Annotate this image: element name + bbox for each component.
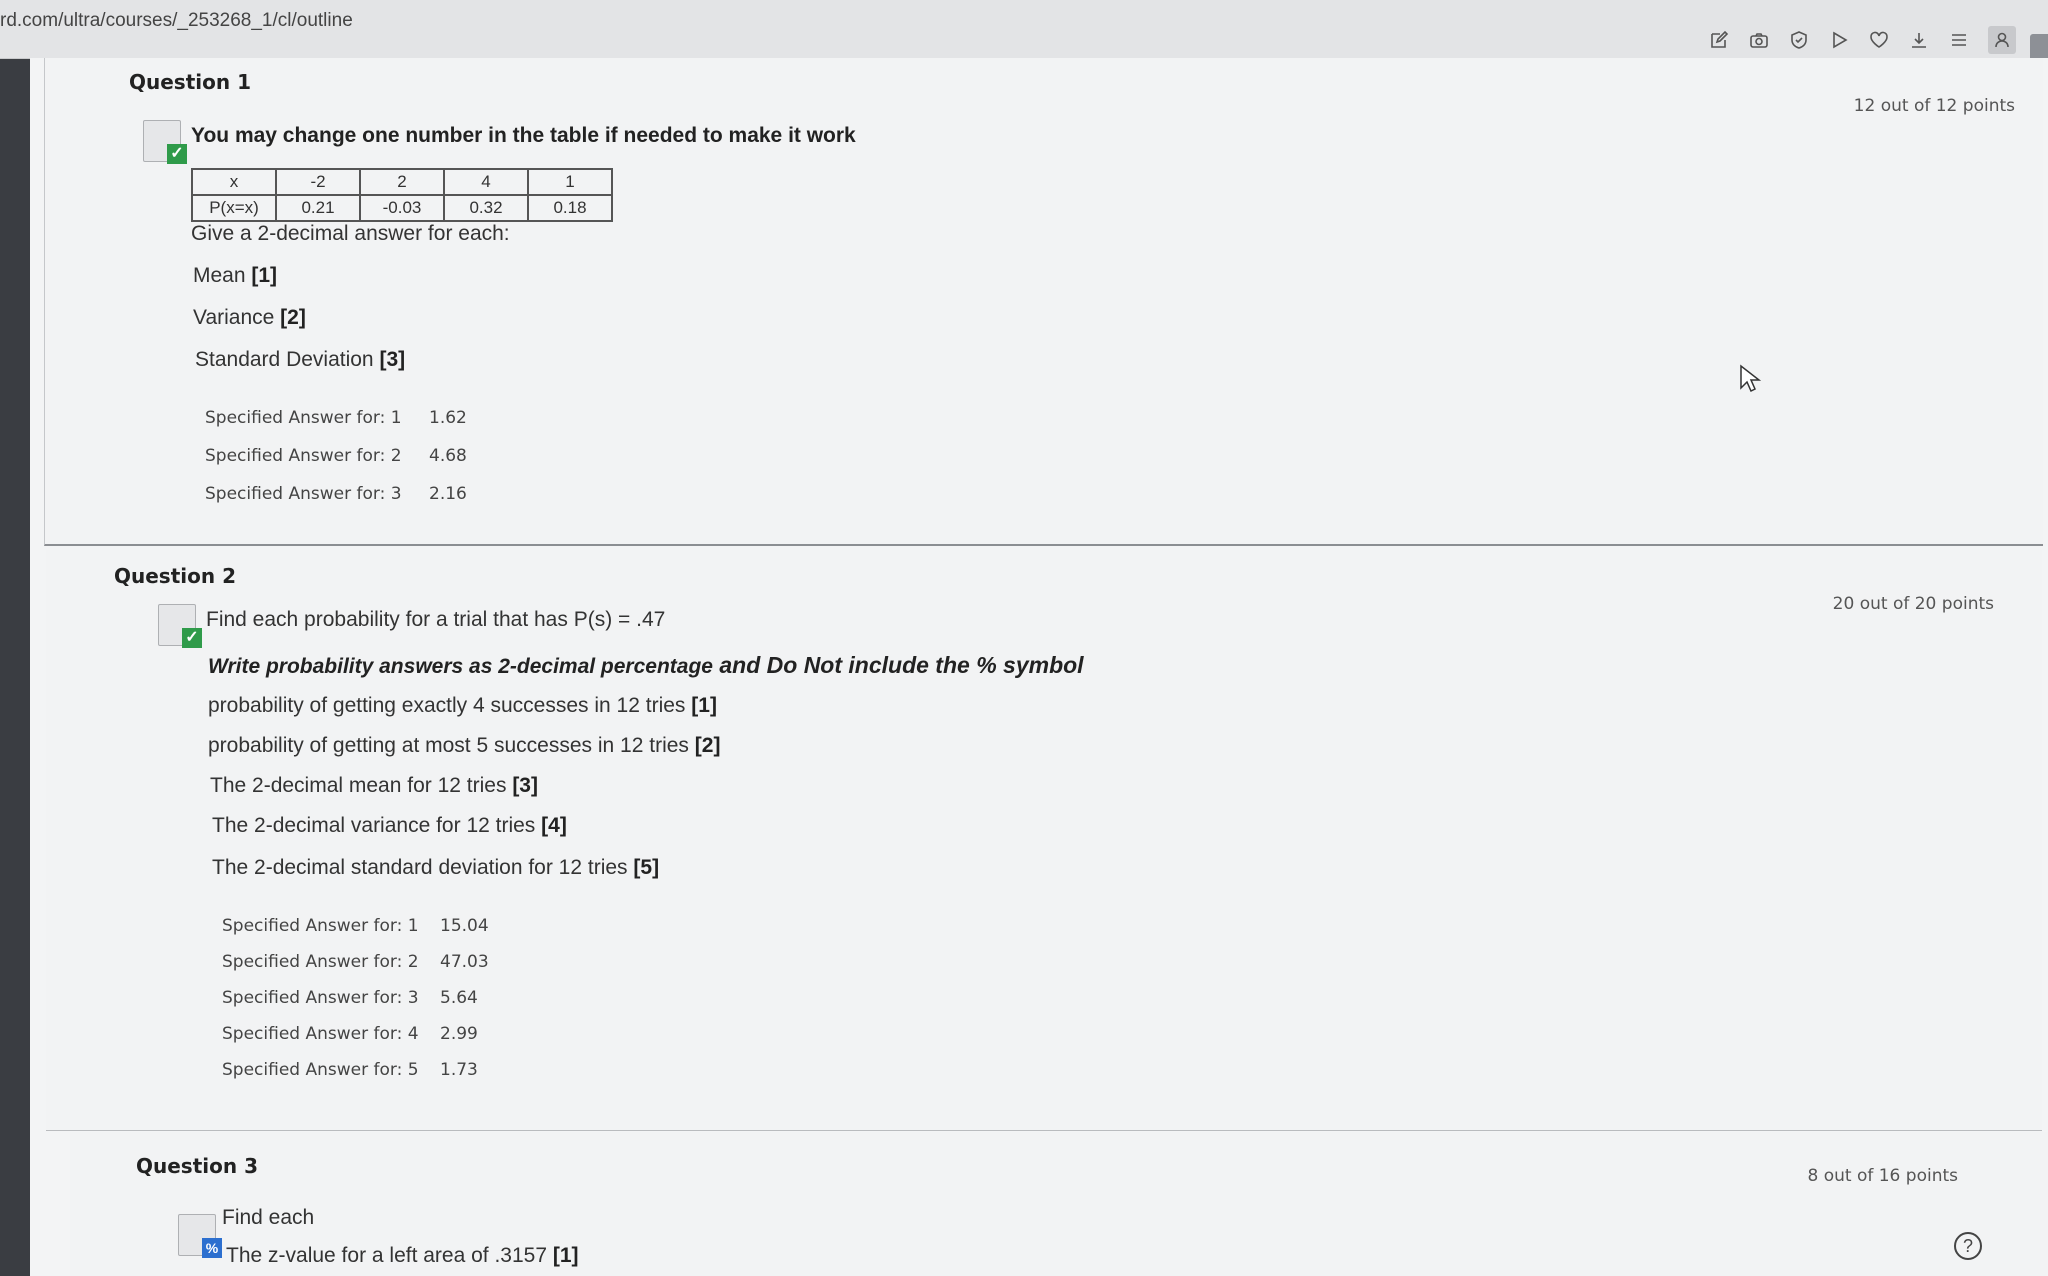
part-tag: [4]: [541, 814, 567, 837]
answer-label: Specified Answer for: 3: [205, 484, 402, 504]
question-3-card: Question 3 8 out of 16 points % Find eac…: [70, 1132, 2048, 1276]
question-part: Standard Deviation [3]: [195, 348, 405, 372]
correct-status-icon: ✓: [143, 120, 187, 164]
browser-toolbar: rd.com/ultra/courses/_253268_1/cl/outlin…: [0, 0, 2048, 62]
question-part: The 2-decimal standard deviation for 12 …: [212, 856, 659, 880]
instruction-text: Give a 2-decimal answer for each:: [191, 222, 510, 245]
answer-label: Specified Answer for: 2: [222, 952, 419, 972]
instruction-text: Write probability answers as 2-decimal p…: [208, 652, 1084, 679]
answer-label: Specified Answer for: 3: [222, 988, 419, 1008]
question-points: 20 out of 20 points: [1832, 594, 1994, 614]
table-cell: x: [191, 168, 277, 196]
part-tag: [2]: [280, 306, 306, 329]
probability-table: x -2 2 4 1 P(x=x) 0.21 -0.03 0.32 0.18: [191, 168, 613, 222]
profile-icon[interactable]: [1988, 26, 2016, 54]
table-cell: 0.18: [527, 194, 613, 222]
answer-value: 47.03: [440, 952, 489, 972]
table-cell: 2: [359, 168, 445, 196]
toolbar-icon-group: [1708, 26, 2016, 54]
table-cell: 4: [443, 168, 529, 196]
answer-value: 1.73: [440, 1060, 478, 1080]
heart-icon[interactable]: [1868, 29, 1890, 51]
partial-status-icon: %: [178, 1214, 222, 1258]
part-text: The z-value for a left area of .3157: [226, 1244, 548, 1267]
download-icon[interactable]: [1908, 29, 1930, 51]
svg-text:?: ?: [1963, 1236, 1973, 1256]
menu-icon[interactable]: [1948, 29, 1970, 51]
question-prompt: You may change one number in the table i…: [191, 124, 856, 147]
question-prompt: Find each probability for a trial that h…: [206, 608, 666, 631]
question-2-card: Question 2 20 out of 20 points ✓ Find ea…: [46, 550, 2042, 1131]
answer-value: 2.99: [440, 1024, 478, 1044]
table-cell: P(x=x): [191, 194, 277, 222]
question-part: Mean [1]: [193, 264, 277, 288]
question-part: The z-value for a left area of .3157 [1]: [226, 1244, 579, 1268]
part-text: The 2-decimal mean for 12 tries: [210, 774, 507, 797]
answer-label: Specified Answer for: 4: [222, 1024, 419, 1044]
table-cell: 0.32: [443, 194, 529, 222]
table-row: P(x=x) 0.21 -0.03 0.32 0.18: [191, 194, 613, 222]
answer-value: 1.62: [429, 408, 467, 428]
correct-status-icon: ✓: [158, 604, 202, 648]
table-header-row: x -2 2 4 1: [191, 168, 613, 196]
answer-value: 15.04: [440, 916, 489, 936]
table-cell: 1: [527, 168, 613, 196]
part-text: probability of getting at most 5 success…: [208, 734, 689, 757]
part-text: Mean: [193, 264, 246, 287]
part-tag: [1]: [552, 1244, 579, 1267]
course-outline-page: Question 1 12 out of 12 points ✓ You may…: [30, 58, 2048, 1276]
answer-label: Specified Answer for: 2: [205, 446, 402, 466]
question-points: 8 out of 16 points: [1807, 1166, 1958, 1186]
part-tag: [1]: [251, 264, 278, 287]
checkmark-icon: ✓: [182, 628, 202, 648]
question-part: The 2-decimal mean for 12 tries [3]: [210, 774, 538, 798]
answer-value: 5.64: [440, 988, 478, 1008]
question-part: Variance [2]: [193, 306, 306, 330]
answer-value: 4.68: [429, 446, 467, 466]
question-title: Question 2: [114, 564, 236, 588]
question-prompt: Find each: [222, 1206, 315, 1229]
question-title: Question 3: [136, 1154, 258, 1178]
table-cell: 0.21: [275, 194, 361, 222]
part-tag: [2]: [694, 734, 721, 757]
table-cell: -2: [275, 168, 361, 196]
table-cell: -0.03: [359, 194, 445, 222]
question-1-card: Question 1 12 out of 12 points ✓ You may…: [44, 58, 2043, 546]
question-part: probability of getting exactly 4 success…: [208, 694, 717, 718]
answer-label: Specified Answer for: 1: [222, 916, 419, 936]
shield-icon[interactable]: [1788, 29, 1810, 51]
part-text: Standard Deviation: [195, 348, 374, 371]
part-tag: [1]: [691, 694, 717, 717]
percent-icon: %: [202, 1238, 222, 1258]
part-tag: [5]: [633, 856, 660, 879]
address-bar-url[interactable]: rd.com/ultra/courses/_253268_1/cl/outlin…: [0, 10, 353, 32]
play-icon[interactable]: [1828, 29, 1850, 51]
part-text: The 2-decimal standard deviation for 12 …: [212, 856, 628, 879]
camera-icon[interactable]: [1748, 29, 1770, 51]
part-tag: [3]: [512, 774, 538, 797]
part-text: The 2-decimal variance for 12 tries: [212, 814, 536, 837]
part-text: Variance: [193, 306, 275, 329]
question-points: 12 out of 12 points: [1853, 96, 2015, 116]
answer-label: Specified Answer for: 5: [222, 1060, 419, 1080]
question-part: probability of getting at most 5 success…: [208, 734, 720, 758]
edit-icon[interactable]: [1708, 29, 1730, 51]
mouse-cursor-icon: [1740, 364, 1761, 393]
instruction-rest: and Do Not include the % symbol: [712, 652, 1084, 678]
question-title: Question 1: [129, 70, 251, 94]
part-tag: [3]: [379, 348, 406, 371]
instruction-italic: Write probability answers as 2-decimal p…: [208, 655, 713, 678]
part-text: probability of getting exactly 4 success…: [208, 694, 686, 717]
answer-value: 2.16: [429, 484, 467, 504]
help-icon[interactable]: ?: [1952, 1230, 1984, 1262]
answer-label: Specified Answer for: 1: [205, 408, 402, 428]
checkmark-icon: ✓: [167, 144, 187, 164]
question-part: The 2-decimal variance for 12 tries [4]: [212, 814, 567, 838]
